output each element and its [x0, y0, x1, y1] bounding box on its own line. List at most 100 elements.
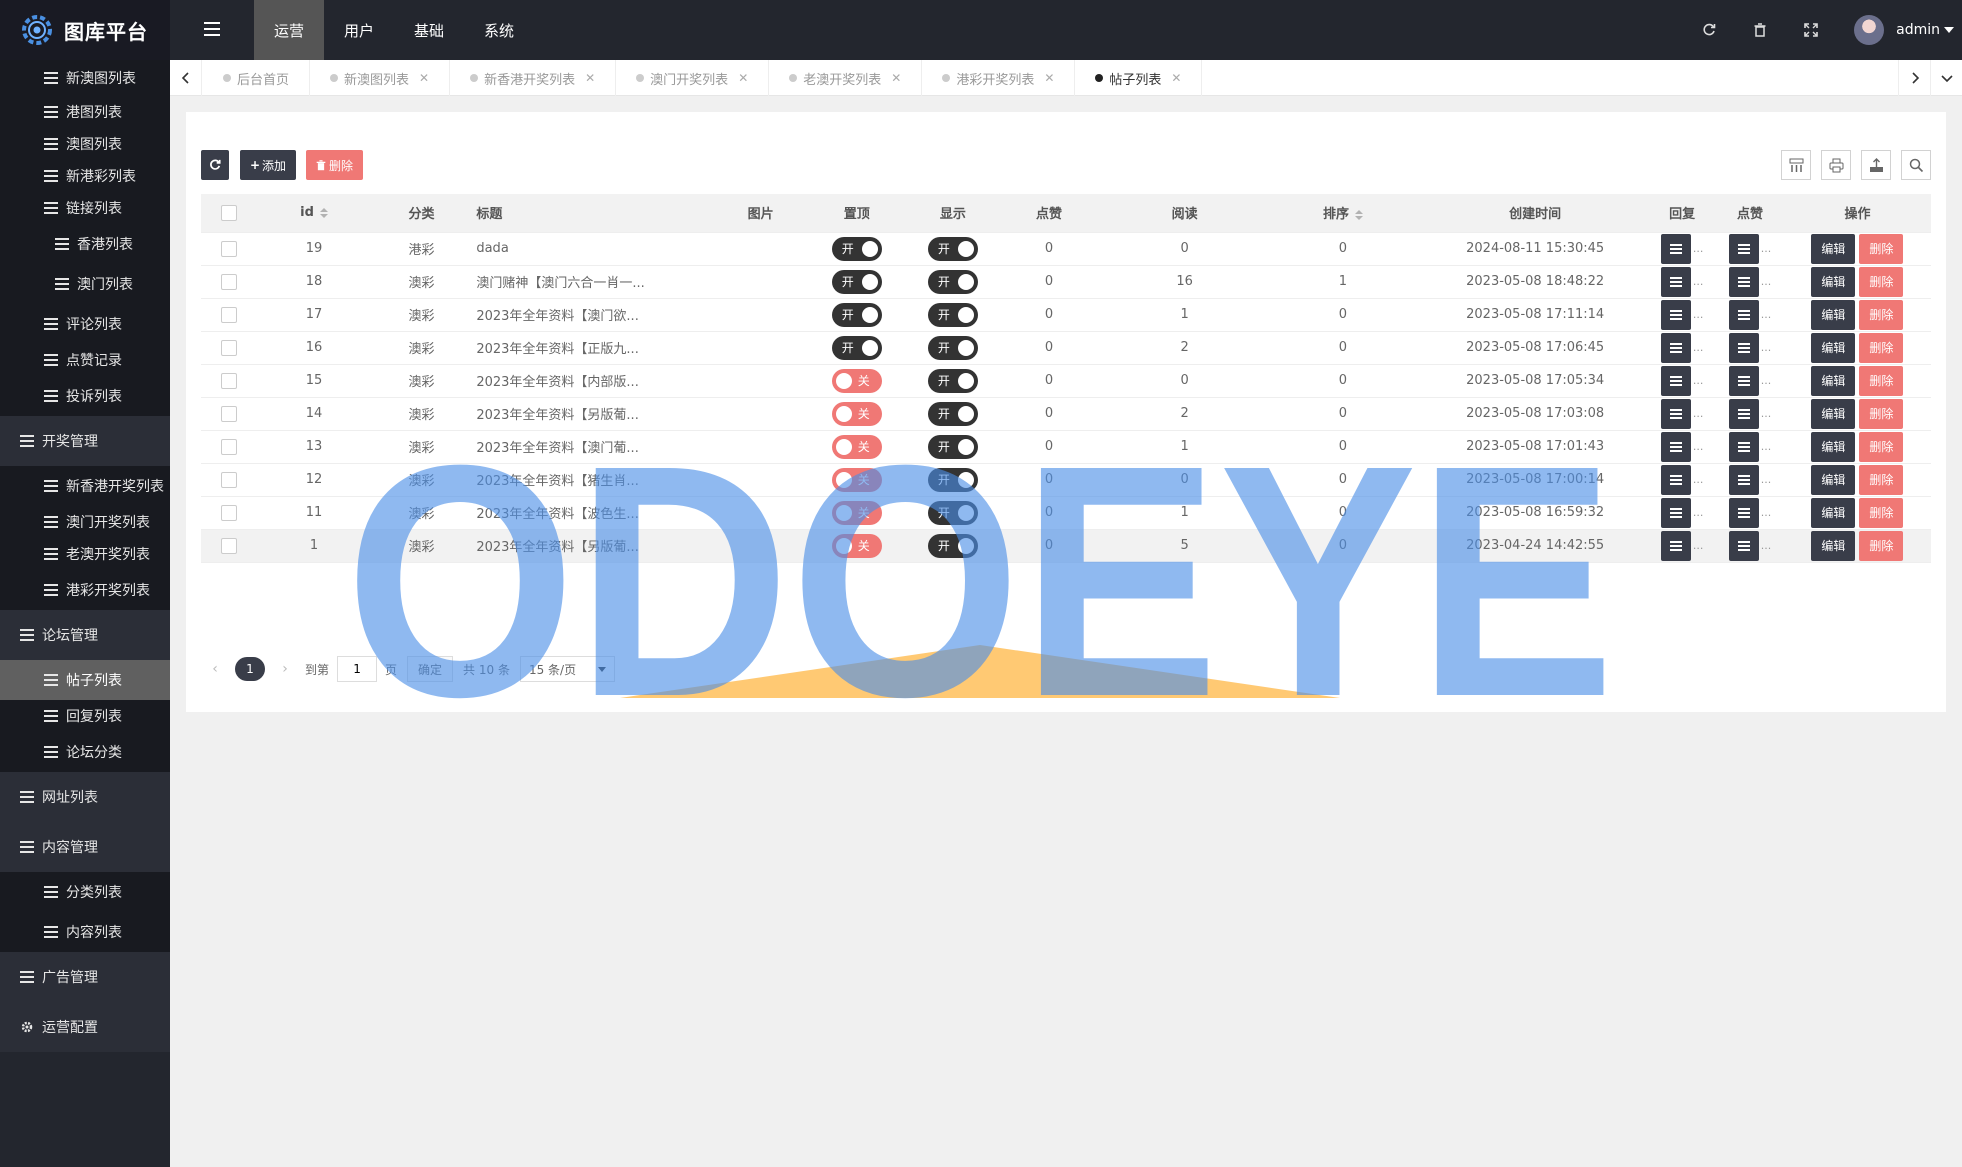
refresh-icon[interactable] — [1701, 22, 1717, 38]
row-checkbox[interactable] — [221, 438, 238, 455]
toggle-switch[interactable]: 关 — [831, 500, 882, 525]
top-nav-item[interactable]: 基础 — [394, 0, 464, 60]
sidebar-item[interactable]: 澳图列表 — [0, 128, 170, 160]
delete-row-button[interactable]: 删除 — [1859, 431, 1904, 462]
toggle-switch[interactable]: 关 — [831, 533, 882, 558]
top-nav-item[interactable]: 用户 — [324, 0, 394, 60]
edit-button[interactable]: 编辑 — [1811, 497, 1856, 528]
export-icon[interactable] — [1861, 150, 1891, 180]
sidebar-item[interactable]: 广告管理 — [0, 952, 170, 1002]
sidebar-item[interactable]: 港彩开奖列表 — [0, 570, 170, 610]
sidebar-item[interactable]: 分类列表 — [0, 872, 170, 912]
top-nav-item[interactable]: 系统 — [464, 0, 534, 60]
reply-list-button[interactable] — [1660, 233, 1691, 264]
toggle-switch[interactable]: 关 — [831, 434, 882, 459]
tab[interactable]: 老澳开奖列表 ✕ — [769, 60, 923, 96]
delete-row-button[interactable]: 删除 — [1859, 464, 1904, 495]
col-sort[interactable]: 排序 — [1263, 194, 1423, 233]
table-row[interactable]: 18 澳彩 澳门赌神【澳门六合一肖一... 开开 0 16 1 2023-05-08 18:4… — [201, 265, 1931, 299]
menu-toggle-icon[interactable] — [204, 22, 220, 36]
sidebar-item[interactable]: 投诉列表 — [0, 376, 170, 416]
sidebar-item[interactable]: 内容列表 — [0, 912, 170, 952]
edit-button[interactable]: 编辑 — [1811, 431, 1856, 462]
edit-button[interactable]: 编辑 — [1811, 365, 1856, 396]
row-checkbox[interactable] — [221, 306, 238, 323]
edit-button[interactable]: 编辑 — [1811, 464, 1856, 495]
sidebar-item[interactable]: 新港彩列表 — [0, 160, 170, 192]
delete-row-button[interactable]: 删除 — [1859, 530, 1904, 561]
sidebar-item[interactable]: 网址列表 — [0, 772, 170, 822]
tab[interactable]: 新香港开奖列表 ✕ — [450, 60, 617, 96]
edit-button[interactable]: 编辑 — [1811, 266, 1856, 297]
sidebar-item[interactable]: 链接列表 — [0, 192, 170, 224]
reply-list-button[interactable] — [1660, 299, 1691, 330]
delete-row-button[interactable]: 删除 — [1859, 233, 1904, 264]
tab[interactable]: 后台首页 — [203, 60, 311, 96]
row-checkbox[interactable] — [221, 405, 238, 422]
delete-row-button[interactable]: 删除 — [1859, 332, 1904, 363]
reply-list-button[interactable] — [1660, 530, 1691, 561]
row-checkbox[interactable] — [221, 240, 238, 257]
sidebar-item[interactable]: 澳门开奖列表 — [0, 506, 170, 538]
table-row[interactable]: 17 澳彩 2023年全年资料【澳门欲... 开开 0 1 0 2023-05-08 17:1… — [201, 298, 1931, 332]
row-checkbox[interactable] — [221, 471, 238, 488]
delete-button[interactable]: 删除 — [306, 150, 363, 180]
tabs-next-icon[interactable] — [1898, 60, 1930, 96]
delete-row-button[interactable]: 删除 — [1859, 365, 1904, 396]
like-records-button[interactable] — [1728, 266, 1759, 297]
sidebar-item[interactable]: 港图列表 — [0, 96, 170, 128]
like-records-button[interactable] — [1728, 464, 1759, 495]
logo[interactable]: 图库平台 — [0, 0, 170, 60]
row-checkbox[interactable] — [221, 372, 238, 389]
toggle-switch[interactable]: 开 — [927, 434, 978, 459]
toggle-switch[interactable]: 开 — [927, 401, 978, 426]
sidebar-item[interactable]: 论坛分类 — [0, 732, 170, 772]
sidebar-item[interactable]: 香港列表 — [0, 224, 170, 264]
sidebar-item[interactable]: 新澳图列表 — [0, 60, 170, 96]
table-row[interactable]: 16 澳彩 2023年全年资料【正版九... 开开 0 2 0 2023-05-08 17:0… — [201, 331, 1931, 365]
row-checkbox[interactable] — [221, 537, 238, 554]
reply-list-button[interactable] — [1660, 266, 1691, 297]
toggle-switch[interactable]: 开 — [927, 368, 978, 393]
prev-page-icon[interactable]: ‹ — [201, 661, 229, 677]
toggle-switch[interactable]: 关 — [831, 401, 882, 426]
next-page-icon[interactable]: › — [271, 661, 299, 677]
toggle-switch[interactable]: 开 — [927, 335, 978, 360]
close-icon[interactable]: ✕ — [1044, 71, 1054, 85]
fullscreen-icon[interactable] — [1803, 22, 1819, 38]
table-row[interactable]: 1 澳彩 2023年全年资料【另版葡... 关开 0 5 0 2023-04-24 14:42… — [201, 529, 1931, 563]
table-row[interactable]: 15 澳彩 2023年全年资料【内部版... 关开 0 0 0 2023-05-08 17:0… — [201, 364, 1931, 398]
toggle-switch[interactable]: 关 — [831, 368, 882, 393]
like-records-button[interactable] — [1728, 530, 1759, 561]
columns-filter-icon[interactable] — [1781, 150, 1811, 180]
edit-button[interactable]: 编辑 — [1811, 332, 1856, 363]
search-icon[interactable] — [1901, 150, 1931, 180]
per-page-select[interactable]: 15 条/页 — [519, 656, 616, 682]
table-row[interactable]: 19 港彩 dada 开开 0 0 0 2024-08-11 15:30:45...... 编辑… — [201, 232, 1931, 266]
tab[interactable]: 帖子列表 ✕ — [1075, 60, 1203, 96]
tabs-prev-icon[interactable] — [170, 60, 202, 96]
sidebar-item[interactable]: 帖子列表 — [0, 660, 170, 700]
toggle-switch[interactable]: 开 — [927, 236, 978, 261]
table-row[interactable]: 11 澳彩 2023年全年资料【波色生... 关开 0 1 0 2023-05-08 16:5… — [201, 496, 1931, 530]
close-icon[interactable]: ✕ — [1171, 71, 1181, 85]
reply-list-button[interactable] — [1660, 332, 1691, 363]
tabs-menu-icon[interactable] — [1930, 60, 1962, 96]
delete-row-button[interactable]: 删除 — [1859, 398, 1904, 429]
like-records-button[interactable] — [1728, 365, 1759, 396]
row-checkbox[interactable] — [221, 504, 238, 521]
reply-list-button[interactable] — [1660, 464, 1691, 495]
like-records-button[interactable] — [1728, 299, 1759, 330]
sidebar-item[interactable]: 评论列表 — [0, 304, 170, 344]
goto-confirm-button[interactable]: 确定 — [407, 656, 454, 682]
delete-row-button[interactable]: 删除 — [1859, 266, 1904, 297]
page-current[interactable]: 1 — [235, 657, 265, 681]
toggle-switch[interactable]: 开 — [831, 269, 882, 294]
toggle-switch[interactable]: 关 — [831, 467, 882, 492]
like-records-button[interactable] — [1728, 332, 1759, 363]
close-icon[interactable]: ✕ — [419, 71, 429, 85]
tab[interactable]: 澳门开奖列表 ✕ — [616, 60, 770, 96]
sidebar-item[interactable]: 澳门列表 — [0, 264, 170, 304]
top-nav-item[interactable]: 运营 — [254, 0, 325, 60]
avatar[interactable] — [1854, 15, 1885, 45]
